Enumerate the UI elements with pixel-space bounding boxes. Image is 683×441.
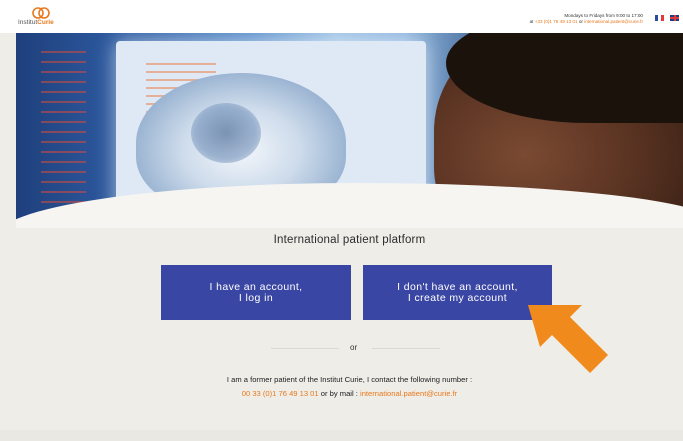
former-phone-link[interactable]: 00 33 (0)1 76 49 13 01 [242,389,319,398]
pointer-arrow-icon [528,305,608,373]
login-button-line1: I have an account, [209,280,303,293]
contact-at: at [529,19,534,24]
contact-line: at +33 (0)1 76 49 13 01 or international… [530,19,643,25]
former-or-mail: or by mail : [320,389,358,398]
login-button-line2: I log in [238,291,274,304]
top-bar: InstitutCurie Mondays to Fridays from 9:… [0,0,683,33]
logo-brand: Curie [37,19,54,26]
header-phone-link[interactable]: +33 (0)1 76 49 13 01 [535,19,578,24]
language-switcher [655,15,679,21]
contact-or: or [578,19,583,24]
footer-strip [0,430,683,441]
contact-info: Mondays to Fridays from 9:00 to 17:00 at… [530,13,643,25]
logo-prefix: Institut [18,19,38,26]
former-patient-contact: 00 33 (0)1 76 49 13 01 or by mail : inte… [16,389,683,398]
logo-wordmark: InstitutCurie [18,19,54,26]
or-label: or [350,343,358,352]
institut-curie-logo[interactable]: InstitutCurie [18,7,64,29]
page-title: International patient platform [273,234,426,246]
former-email-link[interactable]: international.patient@curie.fr [360,389,457,398]
create-button-line2: I create my account [407,291,508,304]
create-button-line1: I don't have an account, [397,280,518,293]
page: InstitutCurie Mondays to Fridays from 9:… [0,0,683,441]
header-email-link[interactable]: international.patient@curie.fr [584,19,643,24]
logo-rings-icon [32,7,50,19]
flag-fr-icon[interactable] [655,15,664,21]
login-button[interactable]: I have an account, I log in [161,265,351,320]
flag-uk-icon[interactable] [670,15,679,21]
